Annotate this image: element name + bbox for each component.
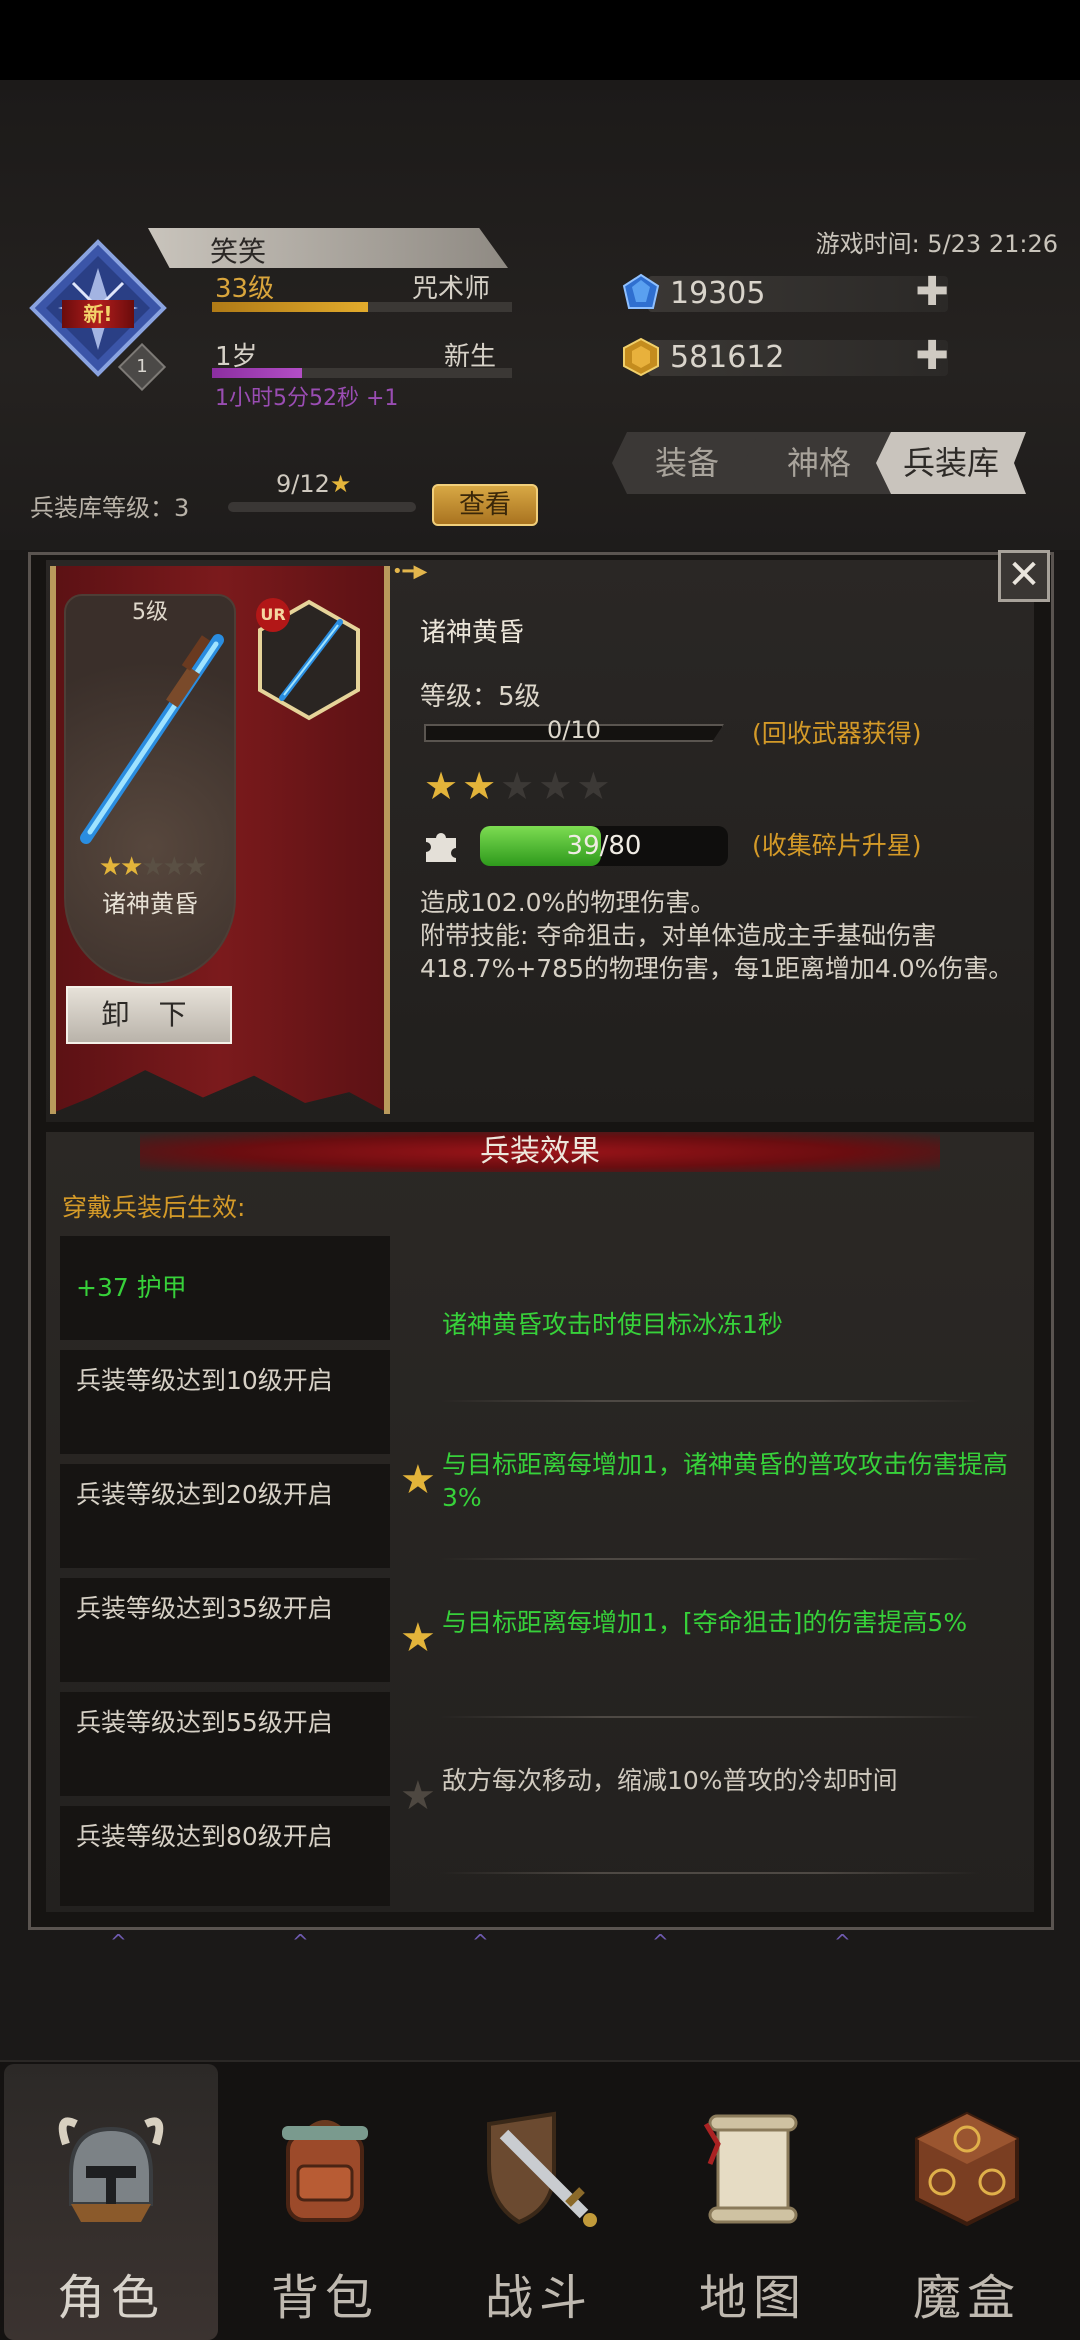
divider [440,1400,980,1402]
nav-battle[interactable]: 战斗 [432,2064,646,2340]
damage-text: 造成102.0%的物理伤害。 [420,888,716,917]
sword-shield-icon [487,2111,597,2227]
effect-description: 敌方每次移动，缩减10%普攻的冷却时间 [442,1766,898,1795]
divider [440,1872,980,1874]
effects-title: 兵装效果 [480,1134,600,1169]
star-empty-icon: ★ [538,764,577,808]
wear-label: 穿戴兵装后生效: [62,1193,246,1222]
puzzle-piece-icon [426,833,456,862]
player-name: 笑笑 [210,235,267,268]
tab-equipment[interactable]: 装备 [612,432,762,494]
tab-divinity[interactable]: 神格 [744,432,894,494]
currency-value: 581612 [670,340,785,375]
star-icon: ★ [462,764,501,808]
unequip-button[interactable]: 卸 下 [66,986,232,1044]
caret-up-icon: ^ [652,1930,669,1954]
currency-blue: 19305 ✚ [620,272,950,314]
caret-up-icon: ^ [292,1930,309,1954]
weapon-title: 诸神黄昏 [420,618,525,648]
nav-label: 魔盒 [912,2270,1021,2326]
effect-description: 与目标距离每增加1，[夺命狙击]的伤害提高5% [442,1608,968,1637]
arrow-ornament-icon: •━▶ [392,561,428,582]
star-icon: ★ [400,1615,436,1661]
star-icon: ★ [400,1457,436,1503]
level-progress-text: 0/10 [547,716,601,744]
caret-up-icon: ^ [110,1930,127,1954]
nav-map[interactable]: 地图 [646,2064,860,2340]
player-class: 咒术师 [412,274,491,304]
scroll-indicators: ^ ^ ^ ^ ^ [110,1930,970,1954]
nav-backpack[interactable]: 背包 [218,2064,432,2340]
star-icon: ★★ [98,852,144,882]
xp-bar [212,302,512,312]
effect-condition: 兵装等级达到20级开启 [60,1464,390,1568]
add-currency-button[interactable]: ✚ [912,336,952,378]
new-badge: 新! [62,300,134,328]
tab-armory[interactable]: 兵装库 [876,432,1026,494]
status-bar [0,0,1080,80]
effect-description: 诸神黄昏攻击时使目标冰冻1秒 [442,1310,783,1339]
fragment-progress-text: 39/80 [566,831,642,861]
effect-description: 与目标距离每增加1，诸神黄昏的普攻攻击伤害提高3% [442,1450,1008,1512]
add-currency-button[interactable]: ✚ [912,272,952,314]
player-level: 33级 [215,274,275,304]
effect-condition: 兵装等级达到35级开启 [60,1578,390,1682]
weapon-star-rating: ★★★★★ [424,764,614,808]
effect-condition: 兵装等级达到80级开启 [60,1806,390,1906]
effect-condition: 兵装等级达到55级开启 [60,1692,390,1796]
weapon-card-name: 诸神黄昏 [102,890,198,918]
backpack-icon [282,2120,368,2222]
armory-progress-bar [228,502,416,512]
armory-progress: 9/12★ [276,470,351,498]
nav-label: 角色 [56,2270,165,2326]
effect-condition: +37 护甲 [60,1236,390,1340]
currency-gold: 581612 ✚ [620,336,950,378]
weapon-card-stars: ★★★★★ [72,852,232,882]
xp-bar-fill [212,302,368,312]
effect-condition: 兵装等级达到10级开启 [60,1350,390,1454]
age-bar [212,368,512,378]
star-empty-icon: ★ [400,1773,436,1819]
close-icon: ✕ [1007,552,1041,598]
gold-gem-icon [623,337,659,377]
sniper-rifle-icon [80,634,224,844]
level-hint: (回收武器获得) [752,719,922,748]
nav-label: 地图 [698,2270,807,2326]
star-empty-icon: ★ [576,764,615,808]
magic-box-icon [915,2111,1019,2227]
nav-character[interactable]: 角色 [4,2064,218,2340]
age-bar-fill [212,368,302,378]
close-button[interactable]: ✕ [998,550,1050,602]
name-plate [148,228,508,268]
view-button[interactable]: 查看 [432,484,538,526]
armory-level: 兵装库等级：3 [30,494,190,522]
skill-text: 附带技能: 夺命狙击，对单体造成主手基础伤害418.7%+785的物理伤害，每1… [420,921,1014,983]
currency-value: 19305 [670,276,766,311]
banner-edge [384,566,390,1114]
rarity-badge: UR [256,598,290,632]
blue-gem-icon [622,273,660,309]
scroll-map-icon [703,2114,798,2224]
age-timer: 1小时5分52秒 +1 [215,386,399,411]
caret-up-icon: ^ [834,1930,851,1954]
nav-label: 背包 [270,2270,379,2326]
star-icon: ★ [424,764,463,808]
armory-progress-value: 9/12 [276,470,330,498]
star-icon: ★ [329,470,352,498]
helmet-icon [58,2117,164,2222]
fragment-hint: (收集碎片升星) [752,831,922,860]
game-time: 游戏时间: 5/23 21:26 [815,230,1058,258]
nav-magic-box[interactable]: 魔盒 [860,2064,1074,2340]
caret-up-icon: ^ [472,1930,489,1954]
weapon-level: 等级：5级 [420,682,541,712]
divider [440,1558,980,1560]
nav-label: 战斗 [484,2270,593,2326]
star-empty-icon: ★ [500,764,539,808]
banner-edge [50,566,56,1114]
rank-badge-value: 1 [136,356,148,377]
weapon-description: 造成102.0%的物理伤害。 附带技能: 夺命狙击，对单体造成主手基础伤害418… [420,886,1020,985]
divider [440,1716,980,1718]
star-empty-icon: ★★★ [141,852,207,882]
